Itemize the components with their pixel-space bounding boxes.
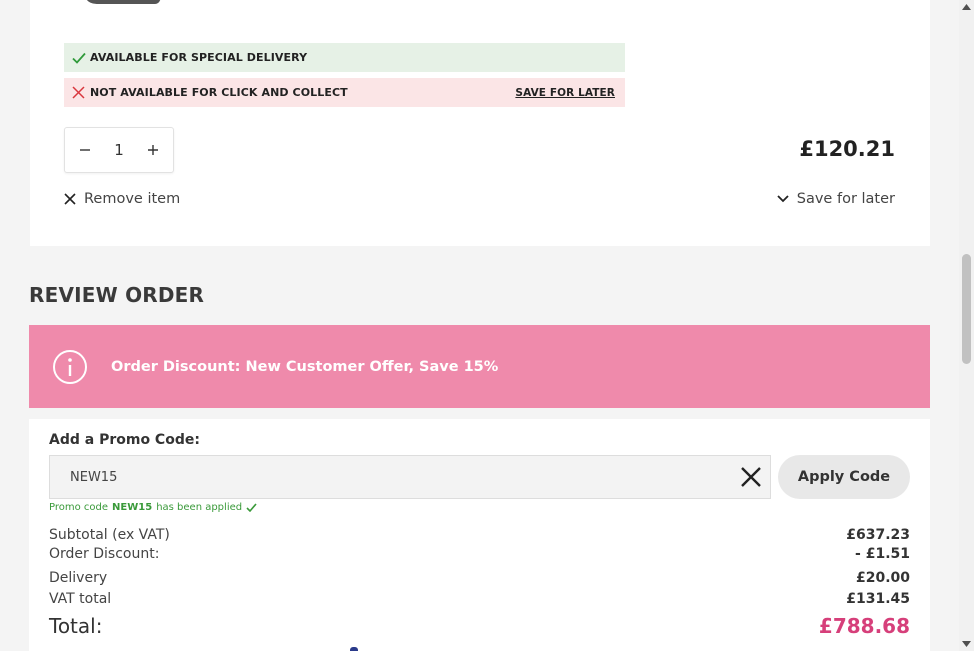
clear-promo-button[interactable]: [740, 466, 762, 488]
close-icon: [741, 467, 761, 487]
order-summary: Add a Promo Code: Apply Code Promo code …: [29, 419, 930, 651]
delivery-value: £20.00: [855, 570, 910, 586]
vat-total-value: £131.45: [846, 591, 910, 607]
total-row: Total: £788.68: [49, 614, 910, 638]
chevron-down-icon: [777, 195, 789, 203]
promo-success-message: Promo code NEW15 has been applied: [49, 502, 257, 513]
apply-code-button[interactable]: Apply Code: [778, 455, 910, 499]
subtotal-row: Subtotal (ex VAT) £637.23: [49, 527, 910, 543]
page-scrollbar[interactable]: [959, 0, 974, 651]
promo-code-input[interactable]: [49, 455, 771, 499]
scroll-up-arrow-icon[interactable]: [962, 3, 971, 11]
close-icon: [64, 193, 76, 205]
delivery-row: Delivery £20.00: [49, 570, 910, 586]
promo-code-label: Add a Promo Code:: [49, 432, 200, 448]
order-discount-row: Order Discount: - £1.51: [49, 546, 910, 562]
promo-msg-suffix: has been applied: [156, 502, 243, 513]
vat-total-row: VAT total £131.45: [49, 591, 910, 607]
save-for-later-button[interactable]: Save for later: [777, 191, 895, 207]
cross-icon: [72, 86, 90, 99]
quantity-stepper: 1: [64, 127, 174, 173]
click-collect-status: NOT AVAILABLE FOR CLICK AND COLLECT SAVE…: [64, 78, 625, 107]
subtotal-value: £637.23: [846, 527, 910, 543]
review-order-heading: REVIEW ORDER: [29, 283, 205, 307]
special-delivery-label: AVAILABLE FOR SPECIAL DELIVERY: [90, 51, 308, 64]
cart-item-card: AVAILABLE FOR SPECIAL DELIVERY NOT AVAIL…: [30, 0, 930, 246]
quantity-value[interactable]: 1: [114, 141, 124, 159]
special-delivery-status: AVAILABLE FOR SPECIAL DELIVERY: [64, 43, 625, 72]
promo-msg-code: NEW15: [112, 502, 153, 513]
discount-banner: Order Discount: New Customer Offer, Save…: [29, 325, 930, 408]
check-icon: [246, 503, 257, 512]
remove-item-button[interactable]: Remove item: [64, 191, 180, 207]
info-icon: [52, 349, 88, 385]
remove-item-label: Remove item: [84, 191, 181, 207]
promo-msg-prefix: Promo code: [49, 502, 109, 513]
save-for-later-label: Save for later: [796, 191, 895, 207]
scrollbar-thumb[interactable]: [962, 254, 971, 364]
check-icon: [72, 52, 90, 64]
product-image[interactable]: [78, 0, 166, 4]
increase-quantity-button[interactable]: [145, 142, 161, 158]
delivery-label: Delivery: [49, 570, 108, 586]
order-discount-label: Order Discount:: [49, 546, 160, 562]
order-discount-value: - £1.51: [855, 546, 910, 562]
discount-banner-text: Order Discount: New Customer Offer, Save…: [111, 358, 499, 375]
scroll-down-arrow-icon[interactable]: [962, 640, 971, 648]
plus-icon: [147, 145, 158, 155]
minus-icon: [80, 149, 90, 151]
item-price: £120.21: [799, 137, 895, 161]
total-value: £788.68: [818, 614, 910, 638]
partial-logo: [350, 647, 358, 651]
click-collect-label: NOT AVAILABLE FOR CLICK AND COLLECT: [90, 86, 348, 99]
decrease-quantity-button[interactable]: [77, 142, 93, 158]
subtotal-label: Subtotal (ex VAT): [49, 527, 170, 543]
save-for-later-link[interactable]: SAVE FOR LATER: [515, 87, 615, 99]
total-label: Total:: [49, 614, 103, 638]
vat-total-label: VAT total: [49, 591, 112, 607]
